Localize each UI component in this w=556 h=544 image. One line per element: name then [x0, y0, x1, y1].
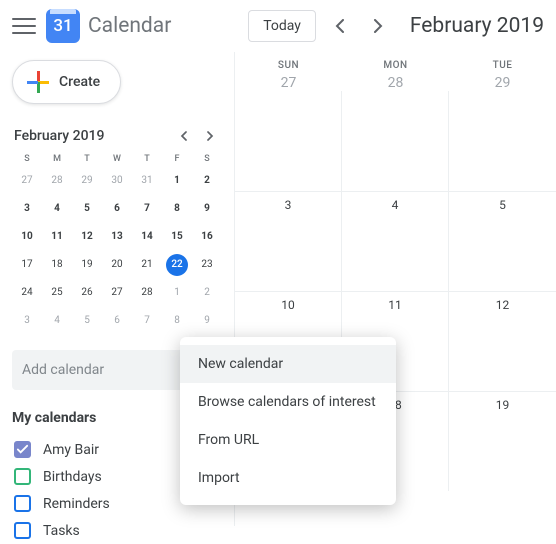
mini-day-cell[interactable]: 3	[16, 198, 38, 220]
mini-day-cell[interactable]: 2	[196, 170, 218, 192]
mini-day-cell[interactable]: 6	[106, 198, 128, 220]
mini-day-cell[interactable]: 6	[106, 310, 128, 332]
mini-day-cell[interactable]: 27	[16, 170, 38, 192]
mini-day-cell[interactable]: 17	[16, 254, 38, 276]
mini-day-cell[interactable]: 30	[106, 170, 128, 192]
app-name: Calendar	[88, 14, 171, 38]
mini-day-header: T	[132, 154, 162, 164]
calendar-checkbox[interactable]	[14, 441, 31, 458]
mini-day-cell[interactable]: 21	[136, 254, 158, 276]
mini-day-cell[interactable]: 9	[196, 198, 218, 220]
mini-day-header: T	[72, 154, 102, 164]
mini-day-cell[interactable]: 12	[76, 226, 98, 248]
mini-month-title: February 2019	[14, 128, 104, 144]
mini-day-cell[interactable]: 11	[46, 226, 68, 248]
mini-day-cell[interactable]: 8	[166, 310, 188, 332]
next-period-button[interactable]	[364, 12, 392, 40]
grid-cell[interactable]	[449, 91, 556, 191]
grid-cell[interactable]	[235, 91, 342, 191]
grid-day-header: SUN27	[235, 52, 342, 91]
grid-cell[interactable]: 4	[342, 191, 449, 291]
mini-day-cell[interactable]: 15	[166, 226, 188, 248]
calendar-checkbox[interactable]	[14, 468, 31, 485]
mini-day-cell[interactable]: 3	[16, 310, 38, 332]
add-calendar-placeholder: Add calendar	[22, 362, 104, 378]
mini-day-cell[interactable]: 5	[76, 310, 98, 332]
today-button[interactable]: Today	[248, 10, 316, 42]
menu-item[interactable]: New calendar	[180, 345, 396, 383]
mini-day-cell[interactable]: 23	[196, 254, 218, 276]
hamburger-menu-icon[interactable]	[12, 14, 36, 38]
create-button[interactable]: Create	[12, 60, 121, 104]
mini-day-cell[interactable]: 4	[46, 198, 68, 220]
prev-period-button[interactable]	[326, 12, 354, 40]
mini-day-header: S	[12, 154, 42, 164]
grid-cell[interactable]: 5	[449, 191, 556, 291]
mini-day-cell[interactable]: 7	[136, 310, 158, 332]
mini-day-cell[interactable]: 13	[106, 226, 128, 248]
mini-day-cell[interactable]: 4	[46, 310, 68, 332]
mini-day-cell[interactable]: 14	[136, 226, 158, 248]
calendar-list-item[interactable]: Tasks	[12, 517, 222, 544]
mini-prev-button[interactable]	[174, 126, 194, 146]
mini-day-cell[interactable]: 24	[16, 282, 38, 304]
mini-day-cell[interactable]: 7	[136, 198, 158, 220]
mini-day-cell[interactable]: 1	[166, 282, 188, 304]
mini-day-cell[interactable]: 18	[46, 254, 68, 276]
menu-item[interactable]: Browse calendars of interest	[180, 383, 396, 421]
grid-cell[interactable]	[342, 91, 449, 191]
mini-day-cell[interactable]: 1	[166, 170, 188, 192]
mini-day-cell[interactable]: 27	[106, 282, 128, 304]
mini-day-cell[interactable]: 10	[16, 226, 38, 248]
mini-day-cell[interactable]: 5	[76, 198, 98, 220]
calendar-logo-icon: 31	[46, 9, 80, 43]
mini-day-header: F	[162, 154, 192, 164]
plus-icon	[27, 71, 49, 93]
grid-cell[interactable]: 12	[449, 291, 556, 391]
mini-next-button[interactable]	[200, 126, 220, 146]
mini-day-cell[interactable]: 29	[76, 170, 98, 192]
mini-day-header: M	[42, 154, 72, 164]
mini-day-cell[interactable]: 9	[196, 310, 218, 332]
mini-day-header: W	[102, 154, 132, 164]
calendar-label: Tasks	[43, 523, 80, 539]
calendar-checkbox[interactable]	[14, 522, 31, 539]
calendar-label: Reminders	[43, 496, 110, 512]
current-month-title: February 2019	[410, 14, 544, 38]
mini-day-cell[interactable]: 28	[136, 282, 158, 304]
calendar-checkbox[interactable]	[14, 495, 31, 512]
grid-day-header: MON28	[342, 52, 449, 91]
mini-day-cell[interactable]: 31	[136, 170, 158, 192]
create-label: Create	[59, 74, 100, 90]
mini-day-cell[interactable]: 8	[166, 198, 188, 220]
mini-day-cell[interactable]: 28	[46, 170, 68, 192]
mini-day-cell[interactable]: 22	[166, 254, 188, 276]
mini-day-cell[interactable]: 16	[196, 226, 218, 248]
grid-cell[interactable]: 3	[235, 191, 342, 291]
grid-day-header: TUE29	[449, 52, 556, 91]
mini-day-cell[interactable]: 19	[76, 254, 98, 276]
mini-day-header: S	[192, 154, 222, 164]
mini-day-cell[interactable]: 26	[76, 282, 98, 304]
menu-item[interactable]: From URL	[180, 421, 396, 459]
mini-day-cell[interactable]: 25	[46, 282, 68, 304]
calendar-label: Amy Bair	[43, 442, 99, 458]
add-calendar-menu: New calendarBrowse calendars of interest…	[180, 337, 396, 505]
menu-item[interactable]: Import	[180, 459, 396, 497]
grid-cell[interactable]: 19	[449, 391, 556, 491]
calendar-label: Birthdays	[43, 469, 102, 485]
mini-day-cell[interactable]: 2	[196, 282, 218, 304]
mini-day-cell[interactable]: 20	[106, 254, 128, 276]
